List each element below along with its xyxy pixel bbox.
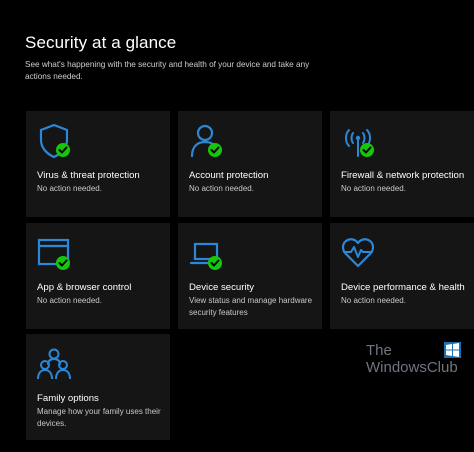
check-badge-icon bbox=[56, 256, 70, 270]
watermark-line-2: WindowsClub bbox=[366, 359, 458, 376]
laptop-icon bbox=[188, 235, 224, 271]
tile-status: No action needed. bbox=[37, 184, 102, 193]
browser-window-icon bbox=[36, 235, 72, 271]
security-at-a-glance-page: Security at a glance See what's happenin… bbox=[0, 0, 474, 452]
tile-status: View status and manage hardware security… bbox=[189, 296, 313, 317]
page-subtitle: See what's happening with the security a… bbox=[25, 60, 310, 81]
tile-status: No action needed. bbox=[341, 296, 406, 305]
person-icon bbox=[188, 123, 224, 159]
tile-app-browser-control[interactable]: App & browser control No action needed. bbox=[26, 223, 170, 329]
tile-device-security[interactable]: Device security View status and manage h… bbox=[178, 223, 322, 329]
watermark: The WindowsClub bbox=[366, 342, 466, 382]
tile-virus-threat-protection[interactable]: Virus & threat protection No action need… bbox=[26, 111, 170, 217]
tile-status: No action needed. bbox=[341, 184, 406, 193]
tile-title: Virus & threat protection bbox=[37, 170, 140, 181]
tile-status: No action needed. bbox=[37, 296, 102, 305]
tile-status: No action needed. bbox=[189, 184, 254, 193]
check-badge-icon bbox=[360, 143, 374, 157]
shield-icon bbox=[36, 123, 72, 159]
watermark-line-1: The bbox=[366, 342, 392, 359]
tile-account-protection[interactable]: Account protection No action needed. bbox=[178, 111, 322, 217]
tile-status: Manage how your family uses their device… bbox=[37, 407, 161, 428]
tile-title: Family options bbox=[37, 393, 99, 404]
check-badge-icon bbox=[208, 143, 222, 157]
tile-device-performance-health[interactable]: Device performance & health No action ne… bbox=[330, 223, 474, 329]
page-title: Security at a glance bbox=[25, 33, 177, 52]
antenna-icon bbox=[340, 123, 376, 159]
check-badge-icon bbox=[208, 256, 222, 270]
tile-title: Device security bbox=[189, 282, 255, 293]
heart-pulse-icon bbox=[340, 235, 376, 271]
tile-family-options[interactable]: Family options Manage how your family us… bbox=[26, 334, 170, 440]
check-badge-icon bbox=[56, 143, 70, 157]
tile-firewall-network-protection[interactable]: Firewall & network protection No action … bbox=[330, 111, 474, 217]
family-icon bbox=[36, 346, 72, 382]
tile-title: Device performance & health bbox=[341, 282, 465, 293]
tile-title: App & browser control bbox=[37, 282, 132, 293]
tile-title: Account protection bbox=[189, 170, 269, 181]
windows-logo-icon bbox=[444, 342, 461, 358]
tile-title: Firewall & network protection bbox=[341, 170, 465, 181]
